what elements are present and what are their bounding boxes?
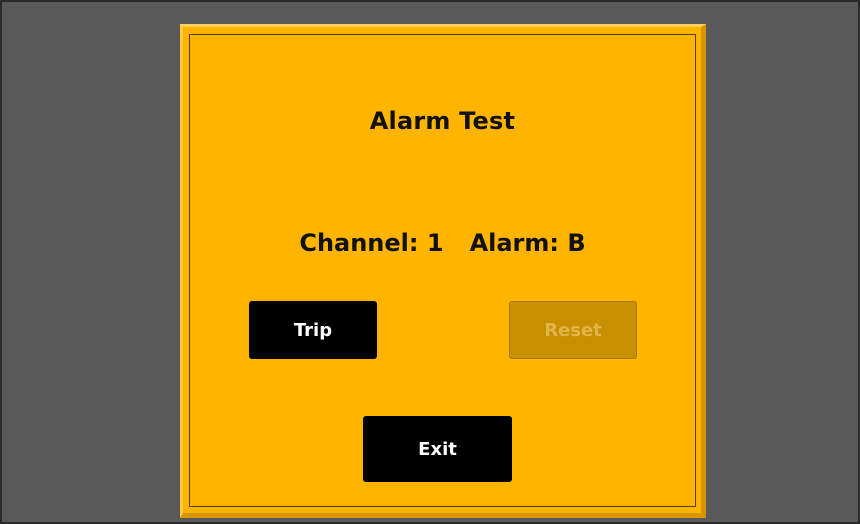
dialog-inner-frame: Alarm Test Channel: 1 Alarm: B Trip Reset… bbox=[189, 34, 696, 507]
screen-background: Alarm Test Channel: 1 Alarm: B Trip Reset… bbox=[0, 0, 860, 524]
alarm-value: B bbox=[567, 229, 586, 257]
exit-button-label: Exit bbox=[418, 438, 457, 460]
reset-button-label: Reset bbox=[544, 319, 602, 341]
exit-button[interactable]: Exit bbox=[363, 416, 512, 482]
alarm-label: Alarm: bbox=[469, 229, 559, 257]
trip-button[interactable]: Trip bbox=[249, 301, 377, 359]
trip-button-label: Trip bbox=[293, 319, 333, 341]
reset-button[interactable]: Reset bbox=[509, 301, 637, 359]
channel-label: Channel: bbox=[299, 229, 419, 257]
channel-value: 1 bbox=[426, 229, 444, 257]
alarm-test-dialog: Alarm Test Channel: 1 Alarm: B Trip Reset… bbox=[180, 24, 706, 518]
dialog-title: Alarm Test bbox=[369, 107, 516, 135]
channel-alarm-info: Channel: 1 Alarm: B bbox=[190, 229, 695, 257]
